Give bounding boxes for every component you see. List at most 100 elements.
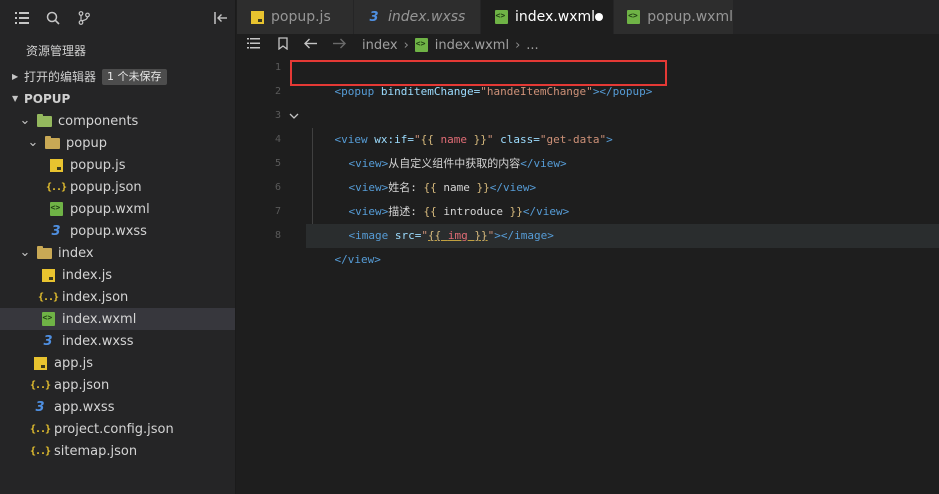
wxml-file-icon <box>48 201 64 217</box>
unsaved-badge: 1 个未保存 <box>102 69 167 85</box>
wxss-file-icon: 3 <box>35 399 45 415</box>
search-icon[interactable] <box>45 10 61 26</box>
line-number: 7 <box>274 206 281 217</box>
explorer-sidebar: 资源管理器 ▶ 打开的编辑器 1 个未保存 ▼ POPUP ⌄ component… <box>0 0 236 494</box>
line-number: 8 <box>274 230 281 241</box>
json-file-icon: {..} <box>37 291 59 303</box>
tab-popup-wxml[interactable]: popup.wxml <box>614 0 734 34</box>
tree-item-label: popup.json <box>70 179 142 195</box>
chevron-right-icon: ▶ <box>12 72 19 81</box>
tree-item[interactable]: {..} project.config.json <box>0 418 235 440</box>
wxss-file-icon: 3 <box>43 333 53 349</box>
js-file-icon <box>32 355 48 371</box>
tree-item[interactable]: {..} app.json <box>0 374 235 396</box>
tree-item-label: popup.wxss <box>70 223 147 239</box>
token-tag: ></popup> <box>592 85 653 98</box>
chevron-down-icon: ▼ <box>12 94 19 103</box>
unsaved-dot-icon[interactable] <box>595 13 603 21</box>
tree-item-label: index.wxml <box>62 311 137 327</box>
collapse-sidebar-icon[interactable] <box>213 10 229 26</box>
tree-item[interactable]: 3 app.wxss <box>0 396 235 418</box>
tree-item[interactable]: 3 index.wxss <box>0 330 235 352</box>
tree-item-label: popup <box>66 135 107 151</box>
js-file-icon <box>40 267 56 283</box>
project-section[interactable]: ▼ POPUP <box>0 88 235 110</box>
tree-item[interactable]: app.js <box>0 352 235 374</box>
editor-tabs: popup.js 3 index.wxss index.wxml popup.wxml <box>237 0 939 34</box>
tree-item-label: app.wxss <box>54 399 115 415</box>
tree-item-label: app.json <box>54 377 110 393</box>
token-tag: > <box>606 133 613 146</box>
tab-index-wxml[interactable]: index.wxml <box>481 0 614 34</box>
wxss-file-icon: 3 <box>51 223 61 239</box>
red-highlight-box <box>290 60 667 86</box>
line-number: 3 <box>274 110 281 121</box>
tree-item[interactable]: ⌄ components <box>0 110 235 132</box>
token-mustache: }} <box>467 229 488 242</box>
line-number: 5 <box>274 158 281 169</box>
token-attr: binditemChange= <box>374 85 481 98</box>
chevron-down-icon: ⌄ <box>19 113 31 128</box>
tree-item-label: sitemap.json <box>54 443 138 459</box>
tree-item[interactable]: {..} index.json <box>0 286 235 308</box>
tree-item-label: index <box>58 245 94 261</box>
chevron-down-icon: ⌄ <box>19 245 31 260</box>
breadcrumb-file[interactable]: index.wxml <box>435 38 509 53</box>
project-label: POPUP <box>24 92 71 106</box>
token-attr: src= <box>388 229 422 242</box>
code-line-4: <view>从自定义组件中获取的内容</view> <box>322 128 567 170</box>
tree-item[interactable]: index.js <box>0 264 235 286</box>
arrow-back-icon[interactable] <box>304 38 317 53</box>
sidebar-toolbar <box>0 0 235 36</box>
token-variable: img <box>447 229 468 242</box>
breadcrumb-separator: › <box>515 37 521 53</box>
tree-item[interactable]: ⌄ index <box>0 242 235 264</box>
json-file-icon: {..} <box>29 423 51 435</box>
tree-item[interactable]: 3 popup.wxss <box>0 220 235 242</box>
breadcrumb-folder[interactable]: index <box>362 38 398 53</box>
folder-icon <box>44 135 60 151</box>
tree-item[interactable]: ⌄ popup <box>0 132 235 154</box>
code-line-5: <view>姓名: {{ name }}</view> <box>322 152 537 194</box>
tree-item-label: popup.wxml <box>70 201 150 217</box>
components-folder-icon <box>36 113 52 129</box>
tree-item-label: index.js <box>62 267 113 283</box>
tree-item[interactable]: index.wxml <box>0 308 235 330</box>
tree-item[interactable]: popup.wxml <box>0 198 235 220</box>
tree-item[interactable]: {..} sitemap.json <box>0 440 235 462</box>
code-editor[interactable]: 1 2 3 4 5 6 7 8 <popup binditemChange="handeIte… <box>237 56 939 494</box>
file-tree: ⌄components⌄popuppopup.js{..}popup.jsonp… <box>0 110 235 462</box>
token-quote: " <box>421 229 428 242</box>
wxml-file-icon <box>493 9 509 25</box>
fold-chevron-down-icon[interactable] <box>289 104 299 131</box>
code-line-8: </view> <box>308 224 381 266</box>
code-line-3: <view wx:if="{{ name }}" class="get-data… <box>308 104 613 146</box>
tree-item[interactable]: {..} popup.json <box>0 176 235 198</box>
arrow-forward-icon[interactable] <box>333 38 346 53</box>
breadcrumb-separator: › <box>403 37 409 53</box>
line-number: 1 <box>274 62 281 73</box>
json-file-icon: {..} <box>29 445 51 457</box>
token-tag: ></image> <box>494 229 554 242</box>
breadcrumb: index › index.wxml › ... <box>237 34 939 56</box>
tree-item[interactable]: popup.js <box>0 154 235 176</box>
line-number: 2 <box>274 86 281 97</box>
bookmark-icon[interactable] <box>278 36 288 54</box>
tab-label: index.wxml <box>515 9 596 25</box>
tree-item-label: project.config.json <box>54 421 174 437</box>
explorer-title: 资源管理器 <box>26 44 87 58</box>
token-mustache: {{ <box>428 229 448 242</box>
tree-item-label: index.wxss <box>62 333 134 349</box>
open-editors-section[interactable]: ▶ 打开的编辑器 1 个未保存 <box>0 66 235 88</box>
tab-popup-js[interactable]: popup.js <box>237 0 354 34</box>
wxml-file-icon <box>414 38 429 52</box>
tab-index-wxss[interactable]: 3 index.wxss <box>354 0 481 34</box>
tree-item-label: popup.js <box>70 157 126 173</box>
outline-icon[interactable] <box>247 37 260 53</box>
source-control-icon[interactable] <box>76 10 92 26</box>
breadcrumb-more[interactable]: ... <box>526 38 538 53</box>
tree-item-label: index.json <box>62 289 129 305</box>
tree-item-label: app.js <box>54 355 93 371</box>
folder-icon <box>36 245 52 261</box>
menu-icon[interactable] <box>14 10 30 26</box>
